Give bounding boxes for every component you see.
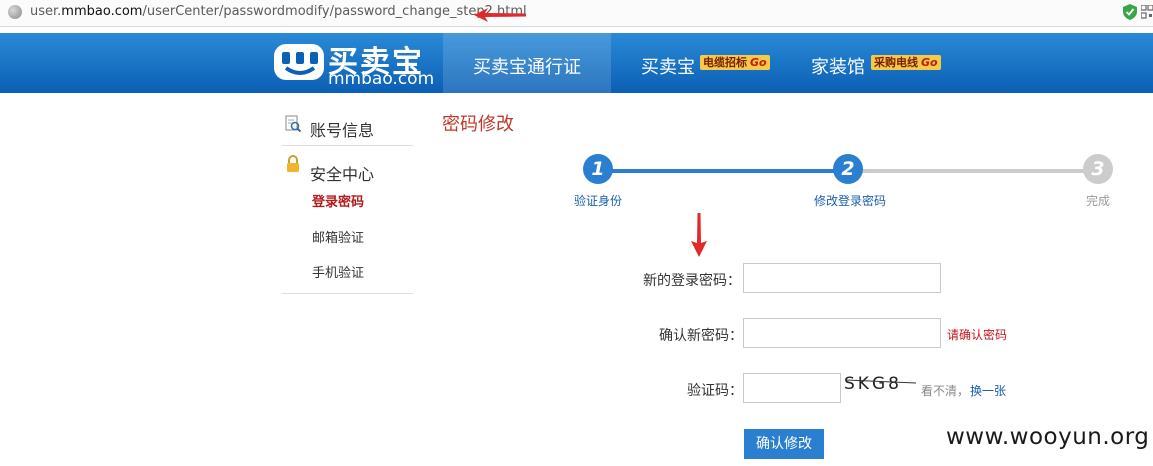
url-prefix: user. [30,4,62,19]
step-2-circle: 2 [833,154,863,184]
step-2-label: 修改登录密码 [814,194,887,208]
confirm-change-button[interactable]: 确认修改 [744,429,824,459]
sidebar-item-phone-verify[interactable]: 手机验证 [312,262,364,281]
new-password-label: 新的登录密码： [643,273,741,289]
captcha-input[interactable] [743,373,841,403]
nav-mmbao-label[interactable]: 买卖宝 [641,53,695,79]
nav-cable-go: Go [750,56,767,69]
qr-code-icon[interactable] [1141,5,1153,19]
confirm-password-label: 确认新密码： [659,328,743,344]
nav-cable-badge[interactable]: 电缆招标 Go [700,55,770,70]
logo-domain: mmbao.com [328,69,435,89]
magnifier-doc-icon [285,115,301,133]
nav-home-label[interactable]: 家装馆 [811,53,865,79]
step-3-label: 完成 [1086,194,1111,208]
sidebar-item-email-verify[interactable]: 邮箱验证 [312,227,364,246]
annotation-arrow-left-icon [474,8,526,22]
url-field[interactable]: user.mmbao.com/userCenter/passwordmodify… [30,4,527,19]
new-password-input[interactable] [743,263,941,293]
browser-address-bar: user.mmbao.com/userCenter/passwordmodify… [0,0,1153,27]
nav-wire-badge[interactable]: 采购电线 Go [871,55,941,70]
nav-cable-badge-text: 电缆招标 [703,56,747,69]
nav-passport-label[interactable]: 买卖宝通行证 [473,53,581,79]
sidebar-account-info[interactable]: 账号信息 [310,117,374,141]
sidebar-item-login-password[interactable]: 登录密码 [312,191,364,210]
captcha-text: SKG8 [844,374,902,394]
lock-icon [287,155,299,172]
sidebar-security-center[interactable]: 安全中心 [310,161,374,185]
confirm-password-hint: 请确认密码 [947,328,1008,342]
mmbao-logo-icon[interactable] [272,36,328,88]
globe-icon [8,5,22,19]
nav-wire-badge-text: 采购电线 [874,56,918,69]
step-3-circle: 3 [1083,154,1113,184]
progress-track-pending [848,169,1098,173]
annotation-arrow-down-icon [691,213,707,257]
url-domain: mmbao.com [61,4,143,19]
captcha-tip: 看不清， [921,384,970,398]
watermark-text: www.wooyun.org [946,424,1150,450]
progress-track-done [598,169,848,173]
page-title: 密码修改 [442,114,514,135]
sidebar-divider-bottom [282,293,413,294]
captcha-label: 验证码： [687,383,743,399]
step-1-circle: 1 [583,154,613,184]
captcha-image[interactable]: SKG8 [842,372,918,394]
nav-wire-go: Go [921,56,938,69]
captcha-refresh-link[interactable]: 换一张 [970,382,1006,399]
confirm-password-input[interactable] [743,318,941,348]
step-1-label: 验证身份 [574,194,623,208]
url-path: /userCenter/passwordmodify/password_chan… [142,4,527,19]
sidebar-divider [282,145,413,146]
shield-icon[interactable] [1123,4,1137,20]
